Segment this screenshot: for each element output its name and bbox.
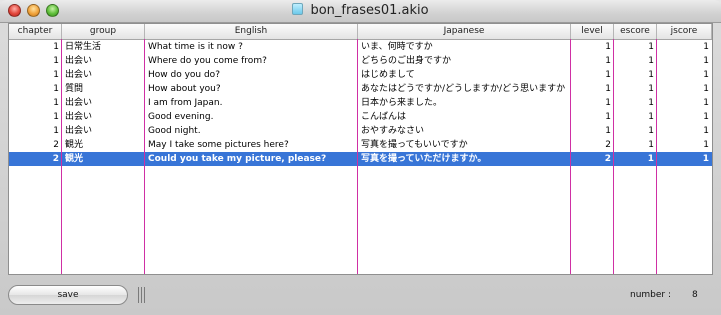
cell-escore: 1 xyxy=(648,70,654,80)
cell-jscore: 1 xyxy=(703,70,709,80)
column-header-level[interactable]: level xyxy=(571,24,614,39)
table-row[interactable]: 1 出会い Good evening. こんばんは 1 1 1 xyxy=(9,110,712,124)
bottom-toolbar: save number : 8 xyxy=(0,276,721,315)
cell-jscore: 1 xyxy=(702,154,709,164)
column-header-japanese[interactable]: Japanese xyxy=(358,24,571,39)
cell-japanese: 写真を撮ってもいいですか xyxy=(361,140,468,150)
app-window: bon_frases01.akio chapter group English Jap… xyxy=(0,0,721,315)
cell-group: 質問 xyxy=(65,84,84,94)
resize-grip-icon[interactable] xyxy=(138,287,146,303)
cell-jscore: 1 xyxy=(703,42,709,52)
cell-level: 1 xyxy=(605,42,611,52)
cell-group: 出会い xyxy=(65,70,93,80)
column-header-group[interactable]: group xyxy=(62,24,145,39)
cell-english: I am from Japan. xyxy=(148,98,223,108)
cell-escore: 1 xyxy=(648,56,654,66)
column-header-escore[interactable]: escore xyxy=(614,24,657,39)
table-row[interactable]: 2 観光 May I take some pictures here? 写真を撮っても… xyxy=(9,138,712,152)
document-icon xyxy=(292,3,304,15)
cell-escore: 1 xyxy=(648,126,654,136)
cell-escore: 1 xyxy=(648,98,654,108)
table-row[interactable]: 2 観光 Could you take my picture, please? 写真を… xyxy=(9,152,712,166)
cell-chapter: 1 xyxy=(53,42,59,52)
cell-escore: 1 xyxy=(648,140,654,150)
column-divider xyxy=(144,39,145,274)
column-divider xyxy=(61,39,62,274)
table-header: chapter group English Japanese level escore js… xyxy=(9,24,712,40)
column-divider xyxy=(656,39,657,274)
window-title: bon_frases01.akio xyxy=(0,3,721,18)
cell-japanese: はじめまして xyxy=(361,70,415,80)
cell-english: How about you? xyxy=(148,84,221,94)
cell-jscore: 1 xyxy=(703,112,709,122)
cell-english: Where do you come from? xyxy=(148,56,267,66)
cell-jscore: 1 xyxy=(703,140,709,150)
cell-jscore: 1 xyxy=(703,126,709,136)
column-header-chapter[interactable]: chapter xyxy=(9,24,62,39)
table-row[interactable]: 1 日常生活 What time is it now ? いま、何時ですか 1 1 1 xyxy=(9,40,712,54)
cell-chapter: 1 xyxy=(53,126,59,136)
cell-level: 2 xyxy=(605,140,611,150)
cell-japanese: どちらのご出身ですか xyxy=(361,56,452,66)
cell-english: May I take some pictures here? xyxy=(148,140,289,150)
cell-level: 1 xyxy=(605,56,611,66)
cell-group: 日常生活 xyxy=(65,42,102,52)
column-header-jscore[interactable]: jscore xyxy=(657,24,712,39)
cell-chapter: 1 xyxy=(53,112,59,122)
column-divider xyxy=(613,39,614,274)
column-divider xyxy=(570,39,571,274)
cell-level: 1 xyxy=(605,126,611,136)
cell-japanese: 日本から来ました。 xyxy=(361,98,443,108)
cell-chapter: 1 xyxy=(53,98,59,108)
cell-group: 出会い xyxy=(65,56,93,66)
cell-japanese: あなたはどうですか/どうしますか/どう思いますか xyxy=(361,84,566,94)
table-row[interactable]: 1 出会い I am from Japan. 日本から来ました。 1 1 1 xyxy=(9,96,712,110)
number-value: 8 xyxy=(692,290,698,300)
cell-jscore: 1 xyxy=(703,56,709,66)
cell-group: 観光 xyxy=(65,140,84,150)
cell-escore: 1 xyxy=(648,84,654,94)
cell-chapter: 2 xyxy=(52,154,59,164)
cell-level: 1 xyxy=(605,112,611,122)
cell-japanese: 写真を撮っていただけますか。 xyxy=(361,154,487,164)
cell-jscore: 1 xyxy=(703,84,709,94)
cell-group: 出会い xyxy=(65,112,93,122)
cell-chapter: 1 xyxy=(53,70,59,80)
cell-chapter: 1 xyxy=(53,84,59,94)
title-bar[interactable]: bon_frases01.akio xyxy=(0,0,721,23)
cell-english: Good night. xyxy=(148,126,201,136)
cell-group: 観光 xyxy=(65,154,84,164)
phrases-table[interactable]: chapter group English Japanese level escore js… xyxy=(8,23,713,275)
column-header-english[interactable]: English xyxy=(145,24,358,39)
table-row[interactable]: 1 出会い Where do you come from? どちらのご出身ですか 1 1 1 xyxy=(9,54,712,68)
cell-escore: 1 xyxy=(648,112,654,122)
cell-group: 出会い xyxy=(65,126,93,136)
cell-level: 1 xyxy=(605,70,611,80)
cell-chapter: 2 xyxy=(53,140,59,150)
cell-japanese: こんばんは xyxy=(361,112,407,122)
cell-chapter: 1 xyxy=(53,56,59,66)
cell-escore: 1 xyxy=(647,154,654,164)
cell-level: 1 xyxy=(605,84,611,94)
window-title-text: bon_frases01.akio xyxy=(310,3,429,18)
table-row[interactable]: 1 出会い How do you do? はじめまして 1 1 1 xyxy=(9,68,712,82)
table-row[interactable]: 1 出会い Good night. おやすみなさい 1 1 1 xyxy=(9,124,712,138)
table-row[interactable]: 1 質問 How about you? あなたはどうですか/どうしますか/どう思います… xyxy=(9,82,712,96)
cell-english: Good evening. xyxy=(148,112,214,122)
cell-japanese: いま、何時ですか xyxy=(361,42,433,52)
cell-english: How do you do? xyxy=(148,70,220,80)
cell-level: 2 xyxy=(604,154,611,164)
cell-jscore: 1 xyxy=(703,98,709,108)
cell-level: 1 xyxy=(605,98,611,108)
column-divider xyxy=(357,39,358,274)
number-label: number : xyxy=(630,290,672,300)
cell-english: Could you take my picture, please? xyxy=(148,154,327,164)
cell-group: 出会い xyxy=(65,98,93,108)
cell-escore: 1 xyxy=(648,42,654,52)
cell-english: What time is it now ? xyxy=(148,42,243,52)
save-button[interactable]: save xyxy=(8,285,128,305)
cell-japanese: おやすみなさい xyxy=(361,126,425,136)
